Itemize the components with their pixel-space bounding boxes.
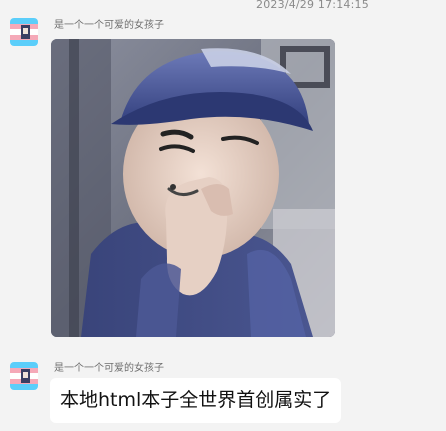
- text-message-bubble[interactable]: 本地html本子全世界首创属实了: [50, 378, 342, 423]
- message-timestamp: 2023/4/29 17:14:15: [256, 0, 369, 11]
- sender-avatar[interactable]: [10, 18, 38, 46]
- avatar-image: [10, 18, 38, 46]
- avatar-image: [10, 362, 38, 390]
- photo-image: [51, 39, 335, 337]
- sender-name: 是一个一个可爱的女孩子: [54, 363, 164, 374]
- sender-avatar[interactable]: [10, 362, 38, 390]
- image-message[interactable]: [51, 39, 335, 337]
- sender-name: 是一个一个可爱的女孩子: [54, 20, 164, 31]
